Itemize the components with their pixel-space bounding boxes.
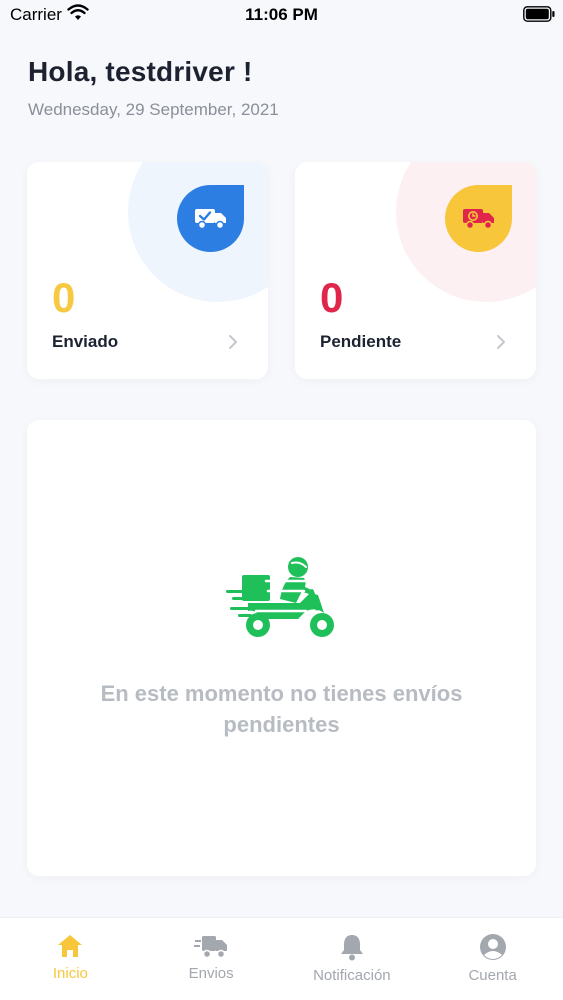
chevron-right-icon — [229, 335, 237, 349]
empty-shipments-card: En este momento no tienes envíos pendien… — [27, 420, 536, 876]
pending-badge — [445, 185, 512, 252]
greeting-title: Hola, testdriver ! — [28, 56, 253, 87]
tab-label: Notificación — [313, 967, 391, 984]
sent-badge — [177, 185, 244, 252]
tab-inicio[interactable]: Inicio — [0, 918, 141, 1000]
tab-cuenta[interactable]: Cuenta — [422, 918, 563, 1000]
bottom-tab-bar: Inicio Envios Notificación Cuenta — [0, 917, 563, 1000]
empty-state-message: En este momento no tienes envíos pendien… — [100, 681, 463, 737]
pending-label: Pendiente — [320, 332, 402, 351]
pending-count: 0 — [320, 274, 344, 321]
tab-notificacion[interactable]: Notificación — [282, 918, 423, 1000]
status-time: 11:06 PM — [245, 5, 318, 24]
truck-clock-icon — [462, 208, 494, 229]
bell-icon — [340, 935, 363, 961]
home-icon — [58, 935, 83, 957]
battery-icon — [523, 6, 555, 22]
account-icon — [479, 934, 506, 960]
status-bar: Carrier 11:06 PM — [0, 0, 563, 30]
current-date: Wednesday, 29 September, 2021 — [28, 100, 279, 119]
chevron-right-icon — [497, 335, 505, 349]
sent-count: 0 — [52, 274, 76, 321]
tab-label: Inicio — [52, 965, 88, 982]
sent-label: Enviado — [52, 332, 119, 351]
tab-envios[interactable]: Envios — [141, 918, 282, 1000]
delivery-scooter-icon — [226, 557, 334, 637]
tab-label: Cuenta — [468, 967, 517, 984]
sent-shipments-card[interactable]: 0 Enviado — [27, 162, 268, 379]
truck-check-icon — [194, 208, 226, 229]
truck-icon — [194, 936, 228, 959]
tab-label: Envios — [188, 965, 234, 982]
pending-shipments-card[interactable]: 0 Pendiente — [295, 162, 536, 379]
